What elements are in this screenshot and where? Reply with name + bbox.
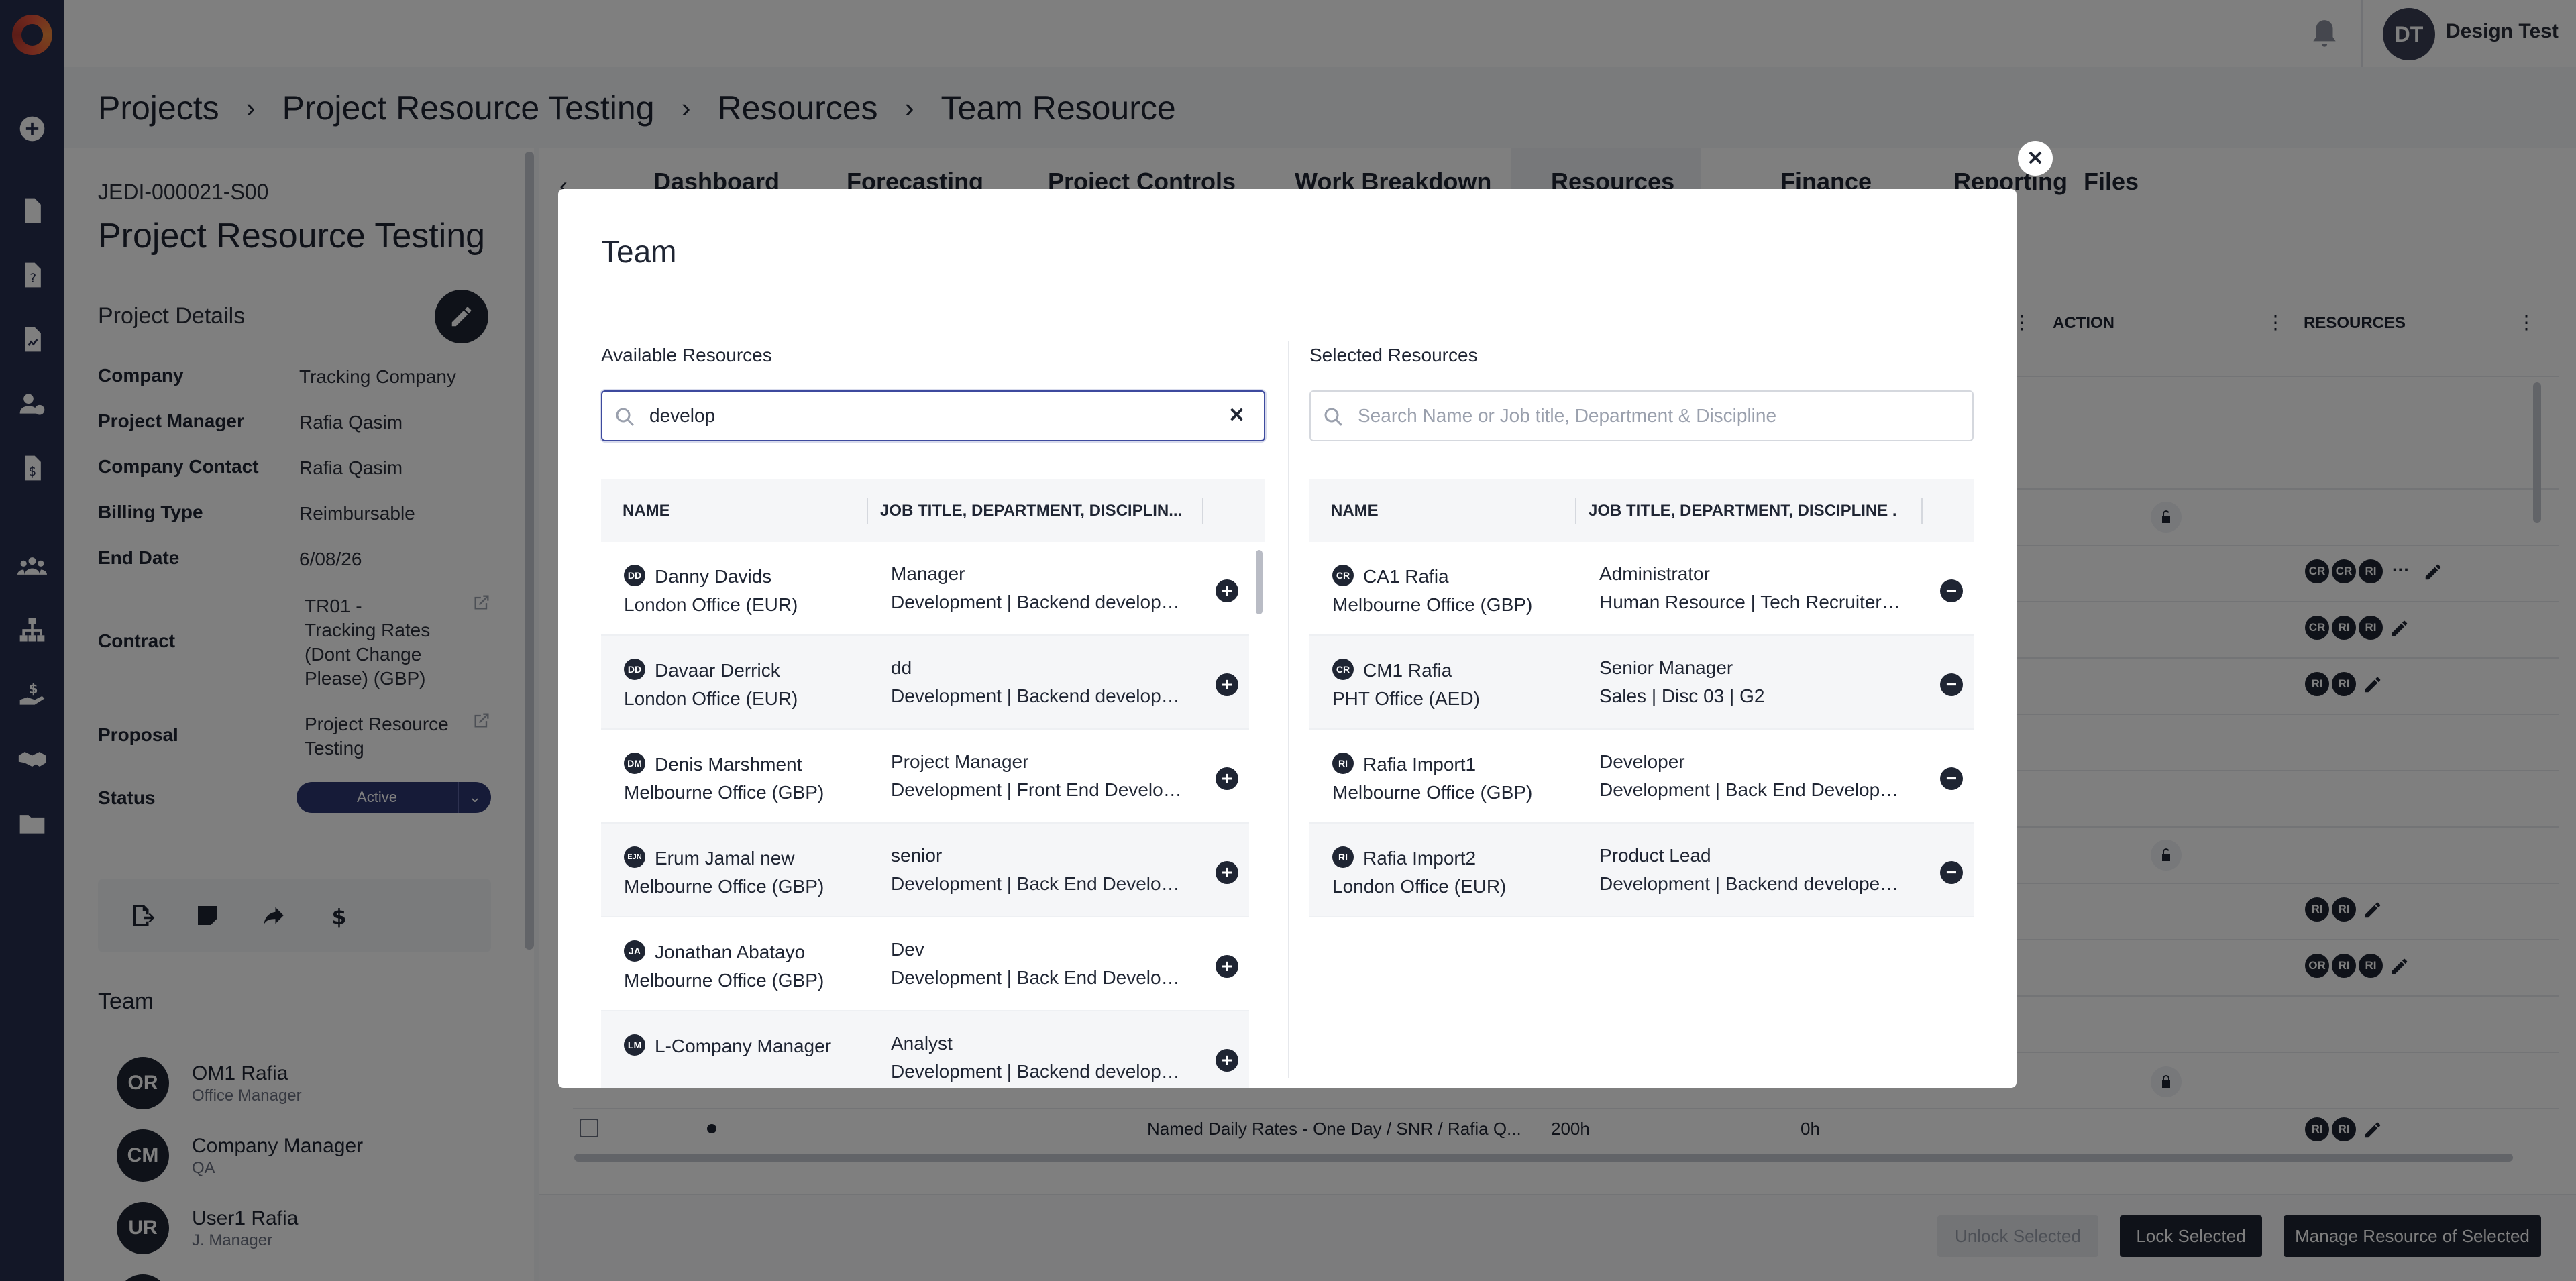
avatar: RI (1332, 846, 1354, 868)
resource-job: Product Lead (1599, 845, 1711, 866)
list-item[interactable]: RI Rafia Import1 Melbourne Office (GBP) … (1309, 730, 1974, 824)
resource-department: Development | Backend developer | ... (1599, 873, 1901, 894)
resource-office: Melbourne Office (GBP) (1332, 782, 1533, 803)
resource-name: Jonathan Abatayo (655, 942, 806, 962)
resource-department: Development | Backend developer... (891, 592, 1186, 612)
list-item[interactable]: LM L-Company Manager Analyst Development… (601, 1011, 1249, 1088)
resource-office: London Office (EUR) (1332, 876, 1507, 897)
avatar: CR (1332, 565, 1354, 586)
avatar: DD (624, 565, 645, 586)
resource-name: L-Company Manager (655, 1036, 832, 1056)
remove-resource-button[interactable]: − (1940, 579, 1963, 602)
avatar: LM (624, 1034, 645, 1056)
add-resource-button[interactable]: + (1216, 767, 1238, 790)
list-item[interactable]: JA Jonathan Abatayo Melbourne Office (GB… (601, 917, 1249, 1011)
resource-job: Dev (891, 939, 924, 960)
add-resource-button[interactable]: + (1216, 673, 1238, 696)
resource-name: Danny Davids (655, 566, 772, 587)
add-resource-button[interactable]: + (1216, 579, 1238, 602)
resource-department: Development | Backend developer... (891, 1061, 1186, 1082)
column-separator[interactable] (867, 498, 868, 524)
resource-job: Project Manager (891, 751, 1029, 772)
resource-name: Davaar Derrick (655, 660, 780, 681)
resource-office: Melbourne Office (GBP) (624, 782, 824, 803)
selected-search-placeholder: Search Name or Job title, Department & D… (1358, 405, 1777, 426)
resource-department: Development | Back End Develop... (891, 873, 1186, 894)
column-separator[interactable] (1921, 498, 1923, 524)
available-list-scrollbar[interactable] (1256, 550, 1263, 614)
resource-job: Administrator (1599, 563, 1710, 584)
available-table-header: NAME JOB TITLE, DEPARTMENT, DISCIPLIN... (601, 479, 1265, 542)
list-item[interactable]: RI Rafia Import2 London Office (EUR) Pro… (1309, 824, 1974, 917)
resource-name: Rafia Import2 (1363, 848, 1477, 869)
column-divider (1288, 341, 1289, 1078)
resource-job: Developer (1599, 751, 1685, 772)
selected-resources-heading: Selected Resources (1309, 345, 1478, 366)
available-search-input[interactable]: develop ✕ (601, 390, 1265, 441)
resource-department: Development | Front End Develop... (891, 779, 1186, 800)
column-separator[interactable] (1202, 498, 1203, 524)
resource-department: Human Resource | Tech Recruiter | ... (1599, 592, 1901, 612)
resource-office: PHT Office (AED) (1332, 688, 1480, 709)
resource-department: Development | Backend developer... (891, 685, 1186, 706)
list-item[interactable]: DD Davaar Derrick London Office (EUR) dd… (601, 636, 1249, 730)
column-separator[interactable] (1575, 498, 1576, 524)
search-icon (1322, 405, 1346, 429)
modal-title: Team (601, 234, 677, 269)
resource-job: Senior Manager (1599, 657, 1733, 678)
avatar: DD (624, 659, 645, 680)
column-header-job[interactable]: JOB TITLE, DEPARTMENT, DISCIPLINE ... (1589, 502, 1897, 520)
column-header-name[interactable]: NAME (1331, 502, 1379, 520)
resource-job: senior (891, 845, 943, 866)
list-item[interactable]: CR CM1 Rafia PHT Office (AED) Senior Man… (1309, 636, 1974, 730)
list-item[interactable]: CR CA1 Rafia Melbourne Office (GBP) Admi… (1309, 542, 1974, 636)
resource-job: dd (891, 657, 912, 678)
clear-search-icon[interactable]: ✕ (1228, 404, 1245, 427)
resource-department: Development | Back End Develop... (891, 967, 1186, 988)
avatar: CR (1332, 659, 1354, 680)
remove-resource-button[interactable]: − (1940, 673, 1963, 696)
resource-office: London Office (EUR) (624, 688, 798, 709)
avatar: DM (624, 753, 645, 774)
list-item[interactable]: DM Denis Marshment Melbourne Office (GBP… (601, 730, 1249, 824)
resource-office: London Office (EUR) (624, 594, 798, 615)
add-resource-button[interactable]: + (1216, 955, 1238, 978)
available-search-value: develop (649, 405, 716, 426)
list-item[interactable]: EJN Erum Jamal new Melbourne Office (GBP… (601, 824, 1249, 917)
selected-table-header: NAME JOB TITLE, DEPARTMENT, DISCIPLINE .… (1309, 479, 1974, 542)
remove-resource-button[interactable]: − (1940, 861, 1963, 884)
selected-resources-list: CR CA1 Rafia Melbourne Office (GBP) Admi… (1309, 542, 1974, 1088)
remove-resource-button[interactable]: − (1940, 767, 1963, 790)
resource-department: Sales | Disc 03 | G2 (1599, 685, 1765, 706)
close-modal-button[interactable]: ✕ (2018, 141, 2053, 176)
resource-office: Melbourne Office (GBP) (624, 876, 824, 897)
resource-job: Manager (891, 563, 965, 584)
avatar: JA (624, 940, 645, 962)
search-icon (613, 405, 637, 429)
available-resources-heading: Available Resources (601, 345, 772, 366)
resource-name: Rafia Import1 (1363, 754, 1477, 775)
resource-job: Analyst (891, 1033, 953, 1054)
resource-department: Development | Back End Developme... (1599, 779, 1901, 800)
column-header-job[interactable]: JOB TITLE, DEPARTMENT, DISCIPLIN... (880, 502, 1189, 520)
resource-office: Melbourne Office (GBP) (624, 970, 824, 991)
available-resources-list: DD Danny Davids London Office (EUR) Mana… (601, 542, 1265, 1088)
selected-search-input[interactable]: Search Name or Job title, Department & D… (1309, 390, 1974, 441)
resource-name: Denis Marshment (655, 754, 802, 775)
resource-office: Melbourne Office (GBP) (1332, 594, 1533, 615)
add-resource-button[interactable]: + (1216, 1049, 1238, 1072)
column-header-name[interactable]: NAME (623, 502, 670, 520)
add-resource-button[interactable]: + (1216, 861, 1238, 884)
avatar: RI (1332, 753, 1354, 774)
list-item[interactable]: DD Danny Davids London Office (EUR) Mana… (601, 542, 1249, 636)
resource-name: CM1 Rafia (1363, 660, 1452, 681)
avatar: EJN (624, 846, 645, 868)
team-modal: Team Available Resources Selected Resour… (558, 189, 2017, 1088)
resource-name: Erum Jamal new (655, 848, 795, 869)
resource-name: CA1 Rafia (1363, 566, 1449, 587)
